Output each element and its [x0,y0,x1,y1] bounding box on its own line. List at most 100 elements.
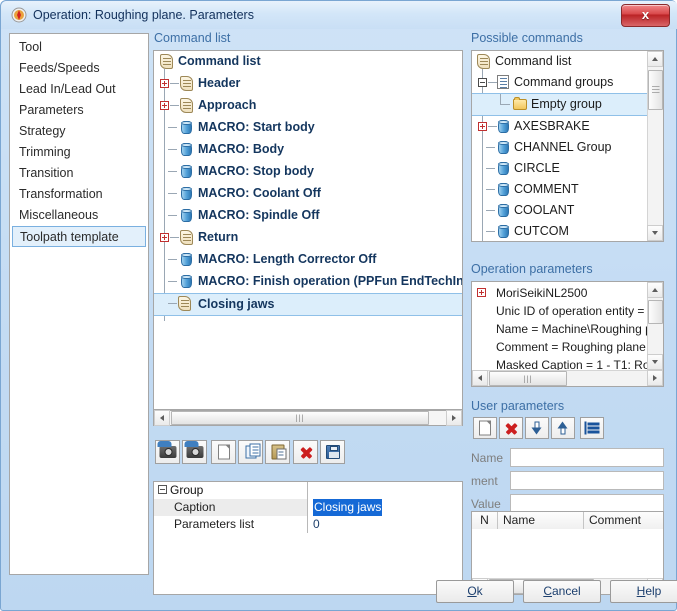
sidebar-item-tool[interactable]: Tool [10,37,148,58]
pc-node-command-list[interactable]: Command list [472,51,663,72]
scroll-up-button[interactable] [647,282,663,298]
paste-button[interactable] [265,440,290,464]
ok-label-rest: k [476,584,483,598]
tree-node-label: MACRO: Start body [198,120,315,134]
operation-parameters-box[interactable]: MoriSeikiNL2500 Unic ID of operation ent… [471,281,664,387]
scroll-up-button[interactable] [647,51,663,67]
new-button[interactable] [211,440,236,464]
collapse-minus-icon[interactable] [478,78,487,87]
possible-commands-vscrollbar[interactable]: ||| [647,51,663,241]
hscroll-thumb[interactable]: ||| [489,371,567,386]
tree-node-command-list[interactable]: Command list [154,51,462,73]
help-button[interactable]: Help [610,580,677,603]
sidebar-item-strategy[interactable]: Strategy [10,121,148,142]
sidebar-item-feeds-speeds[interactable]: Feeds/Speeds [10,58,148,79]
scroll-left-button[interactable] [154,410,170,426]
expand-plus-icon[interactable] [478,122,487,131]
command-list-tree[interactable]: Command list Header Approach MACRO: Star… [153,50,463,410]
tree-elbow [170,237,179,238]
sidebar-item-transition[interactable]: Transition [10,163,148,184]
operation-parameters-hscrollbar[interactable]: ||| [472,370,663,386]
list-properties-button[interactable] [580,417,604,439]
scroll-down-button[interactable] [647,354,663,370]
pc-node-coolant[interactable]: COOLANT [472,200,663,221]
tree-node-macro-body[interactable]: MACRO: Body [154,139,462,161]
load-template-button[interactable] [155,440,180,464]
doc-list-icon [497,75,509,89]
comment-field[interactable] [510,471,664,490]
scroll-down-button[interactable] [647,225,663,241]
tree-node-macro-finish-operation[interactable]: MACRO: Finish operation (PPFun EndTechIn… [154,271,462,293]
tree-node-macro-stop-body[interactable]: MACRO: Stop body [154,161,462,183]
caption-edit-text[interactable]: Closing jaws [313,499,383,516]
hscroll-thumb[interactable]: ||| [171,411,429,425]
sidebar-item-toolpath-template[interactable]: Toolpath template [12,226,146,247]
expand-plus-icon[interactable] [477,288,486,297]
sidebar-item-miscellaneous[interactable]: Miscellaneous [10,205,148,226]
scroll-right-button[interactable] [446,410,462,426]
property-parameters-list-value[interactable]: 0 [309,516,462,533]
move-down-button[interactable] [525,417,549,439]
sidebar-item-lead-in-lead-out[interactable]: Lead In/Lead Out [10,79,148,100]
name-field[interactable] [510,448,664,467]
tree-node-macro-length-corrector-off[interactable]: MACRO: Length Corrector Off [154,249,462,271]
possible-commands-tree[interactable]: Command list Command groups Empty group … [471,50,664,242]
table-header-row: N Name Comment [472,512,663,530]
close-button[interactable]: x [621,4,670,27]
scroll-right-button[interactable] [647,370,663,386]
move-up-button[interactable] [551,417,575,439]
tree-node-header[interactable]: Header [154,73,462,95]
table-body[interactable] [472,529,663,578]
vscroll-thumb[interactable] [648,300,663,324]
new-parameter-button[interactable] [473,417,497,439]
tree-node-macro-start-body[interactable]: MACRO: Start body [154,117,462,139]
chevron-left-icon [160,415,164,421]
save-template-button[interactable] [182,440,207,464]
pc-node-command-groups[interactable]: Command groups [472,72,663,93]
property-row-group[interactable]: Group [154,482,462,499]
tree-node-return[interactable]: Return [154,227,462,249]
pc-node-circle[interactable]: CIRCLE [472,158,663,179]
copy-button[interactable] [238,440,263,464]
tree-node-approach[interactable]: Approach [154,95,462,117]
cylinder-icon [498,183,509,196]
column-header-n[interactable]: N [472,512,498,529]
pc-node-comment[interactable]: COMMENT [472,179,663,200]
tree-node-label: Command list [178,54,261,68]
delete-button[interactable] [293,440,318,464]
expand-plus-icon[interactable] [160,101,169,110]
op-row-machine[interactable]: MoriSeikiNL2500 [472,284,647,302]
property-row-parameters-list[interactable]: Parameters list 0 [154,516,462,533]
property-caption-value[interactable]: Closing jaws [309,499,462,516]
vscroll-thumb[interactable]: ||| [648,70,663,110]
tree-node-closing-jaws[interactable]: Closing jaws [154,293,462,316]
tree-node-macro-coolant-off[interactable]: MACRO: Coolant Off [154,183,462,205]
op-row-name[interactable]: Name = Machine\Roughing pl... [472,320,647,338]
property-row-caption[interactable]: Caption Closing jaws [154,499,462,516]
scroll-left-button[interactable] [472,370,488,386]
cancel-button[interactable]: Cancel [523,580,601,603]
command-list-hscrollbar[interactable]: ||| [153,410,463,426]
tree-node-macro-spindle-off[interactable]: MACRO: Spindle Off [154,205,462,227]
column-header-comment[interactable]: Comment [584,512,663,529]
collapse-minus-icon[interactable] [158,485,167,495]
sidebar-item-parameters[interactable]: Parameters [10,100,148,121]
pc-node-axesbrake[interactable]: AXESBRAKE [472,116,663,137]
pc-node-cutcom[interactable]: CUTCOM [472,221,663,241]
cylinder-icon [498,120,509,133]
save-button[interactable] [320,440,345,464]
pc-node-channel-group[interactable]: CHANNEL Group [472,137,663,158]
op-row-comment[interactable]: Comment = Roughing plane [472,338,647,356]
expand-plus-icon[interactable] [160,233,169,242]
sidebar-item-transformation[interactable]: Transformation [10,184,148,205]
operation-parameters-vscrollbar[interactable] [647,282,663,370]
ok-button[interactable]: Ok [436,580,514,603]
property-grid[interactable]: Group Caption Closing jaws Parameters li… [153,481,463,595]
column-header-name[interactable]: Name [498,512,584,529]
delete-parameter-button[interactable] [499,417,523,439]
sidebar-item-trimming[interactable]: Trimming [10,142,148,163]
expand-plus-icon[interactable] [160,79,169,88]
pc-node-empty-group[interactable]: Empty group [472,93,663,116]
op-row-unic-id[interactable]: Unic ID of operation entity = ... [472,302,647,320]
grip-icon: ||| [651,85,660,95]
